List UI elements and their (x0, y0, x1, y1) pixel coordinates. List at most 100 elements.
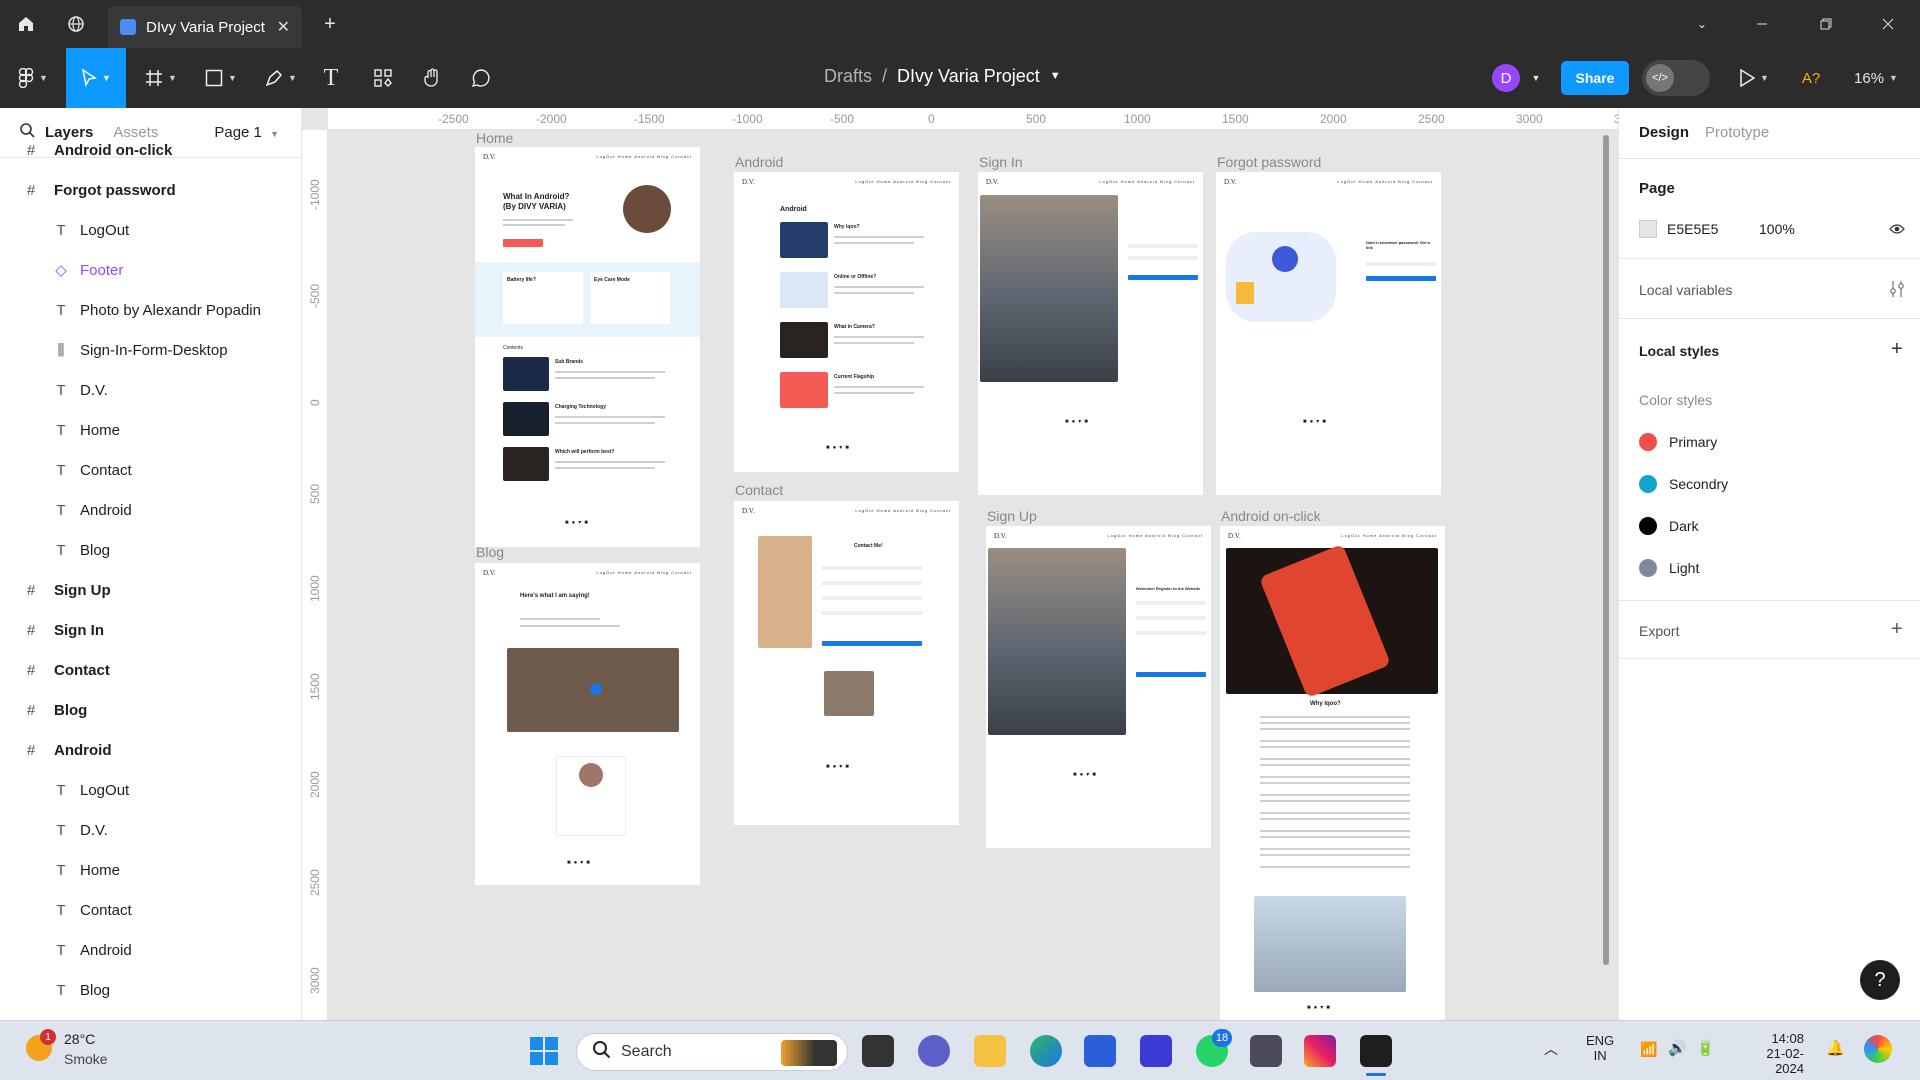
frame-label-forgot-password[interactable]: Forgot password (1217, 154, 1321, 170)
color-style-row[interactable]: Dark (1619, 515, 1920, 539)
layer-row[interactable]: ⫼ Sign-In-Form-Desktop (0, 330, 302, 370)
eye-icon[interactable] (1889, 222, 1905, 240)
restore-button[interactable] (1814, 12, 1838, 36)
zoom-menu[interactable]: 16% ▼ (1846, 48, 1906, 108)
file-explorer-icon[interactable] (974, 1035, 1006, 1067)
layer-row[interactable]: T Contact (0, 450, 302, 490)
frame-android[interactable]: D.V. LogOut Home Android Blog Contact And… (734, 172, 959, 472)
weather-temp[interactable]: 28°C (64, 1031, 95, 1047)
missing-font-warning[interactable]: A? (1796, 48, 1826, 108)
layer-row[interactable]: # Android on-click (0, 130, 302, 170)
layer-row[interactable]: T Blog (0, 970, 302, 1010)
pen-app-icon[interactable] (1140, 1035, 1172, 1067)
chevron-down-icon[interactable]: ⌄ (1690, 12, 1714, 36)
layer-row[interactable]: T Home (0, 410, 302, 450)
main-menu-button[interactable]: ▼ (10, 48, 56, 108)
battery-icon[interactable]: 🔋 (1696, 1039, 1715, 1057)
layer-row[interactable]: T LogOut (0, 210, 302, 250)
avatar[interactable]: D (1492, 64, 1520, 92)
layer-row[interactable]: # Sign In (0, 610, 302, 650)
pen-tool[interactable]: ▼ (258, 48, 304, 108)
layer-row[interactable]: T Blog (0, 530, 302, 570)
layer-row[interactable]: T Contact (0, 890, 302, 930)
page-color-swatch[interactable] (1639, 220, 1657, 238)
layer-row[interactable]: # Forgot password (0, 170, 302, 210)
windows-start-icon[interactable] (530, 1037, 558, 1070)
canvas-scrollbar[interactable] (1603, 135, 1609, 965)
page-opacity[interactable]: 100% (1759, 221, 1795, 237)
comment-tool[interactable] (466, 48, 496, 108)
project-name[interactable]: DIvy Varia Project (897, 66, 1040, 87)
figma-app-icon[interactable] (1360, 1035, 1392, 1067)
language-indicator[interactable]: ENG IN (1586, 1033, 1614, 1063)
add-style-icon[interactable]: + (1891, 338, 1903, 361)
shape-tool[interactable]: ▼ (198, 48, 244, 108)
move-tool[interactable]: ▼ (66, 48, 126, 108)
layer-row[interactable]: T D.V. (0, 810, 302, 850)
frame-blog[interactable]: D.V. LogOut Home Android Blog Contact Her… (475, 563, 700, 885)
layer-row[interactable]: ◇ Footer (0, 250, 302, 290)
text-tool[interactable]: T (316, 48, 346, 108)
tab-design[interactable]: Design (1639, 124, 1689, 141)
app-cube-icon[interactable] (1250, 1035, 1282, 1067)
resources-tool[interactable] (368, 48, 398, 108)
hand-tool[interactable] (418, 48, 448, 108)
close-tab-icon[interactable]: ✕ (277, 17, 290, 37)
layer-row[interactable]: # Android (0, 730, 302, 770)
frame-label-sign-up[interactable]: Sign Up (987, 508, 1037, 524)
frame-sign-in[interactable]: D.V. LogOut Home Android Blog Contact ■●▾… (978, 172, 1203, 495)
volume-icon[interactable]: 🔊 (1668, 1039, 1687, 1057)
frame-label-sign-in[interactable]: Sign In (979, 154, 1023, 170)
help-button[interactable]: ? (1860, 960, 1900, 1000)
instagram-icon[interactable] (1304, 1035, 1336, 1067)
share-button[interactable]: Share (1561, 61, 1629, 95)
frame-label-contact[interactable]: Contact (735, 482, 783, 498)
chevron-down-icon[interactable]: ▼ (1526, 48, 1546, 108)
frame-home[interactable]: D.V. LogOut Home Android Blog Contact Wha… (475, 147, 700, 547)
task-view-icon[interactable] (862, 1035, 894, 1067)
clock[interactable]: 14:08 21-02-2024 (1738, 1031, 1804, 1076)
page-color-hex[interactable]: E5E5E5 (1667, 221, 1718, 237)
wifi-icon[interactable]: 📶 (1640, 1041, 1657, 1058)
chevron-up-icon[interactable]: ︿ (1544, 1039, 1558, 1059)
new-tab-button[interactable]: + (318, 12, 342, 36)
frame-sign-up[interactable]: D.V. LogOut Home Android Blog Contact Wel… (986, 526, 1211, 848)
minimize-button[interactable] (1750, 12, 1774, 36)
store-icon[interactable] (1084, 1035, 1116, 1067)
frame-label-android[interactable]: Android (735, 154, 783, 170)
layer-row[interactable]: T D.V. (0, 370, 302, 410)
taskbar-search[interactable]: Search (576, 1033, 848, 1071)
close-window-button[interactable] (1876, 12, 1900, 36)
frame-android-on-click[interactable]: D.V. LogOut Home Android Blog Contact Why… (1220, 526, 1445, 1020)
export-heading[interactable]: Export (1639, 623, 1679, 639)
frame-label-home[interactable]: Home (476, 130, 513, 146)
layer-row[interactable]: T Photo by Alexandr Popadin (0, 290, 302, 330)
tab-project[interactable]: DIvy Varia Project ✕ (108, 6, 302, 48)
frame-contact[interactable]: D.V. LogOut Home Android Blog Contact Con… (734, 501, 959, 825)
chevron-down-icon[interactable]: ▼ (1050, 70, 1061, 87)
layer-row[interactable]: T Android (0, 930, 302, 970)
dev-mode-toggle[interactable]: </> (1642, 60, 1710, 96)
frame-label-android-on-click[interactable]: Android on-click (1221, 508, 1321, 524)
frame-tool[interactable]: ▼ (138, 48, 184, 108)
layer-row[interactable]: T Android (0, 490, 302, 530)
frame-forgot-password[interactable]: D.V. LogOut Home Android Blog Contact Did… (1216, 172, 1441, 495)
layer-row[interactable]: # Sign Up (0, 570, 302, 610)
edge-icon[interactable] (1030, 1035, 1062, 1067)
frame-label-blog[interactable]: Blog (476, 544, 504, 560)
color-style-row[interactable]: Light (1619, 557, 1920, 581)
local-variables[interactable]: Local variables (1639, 282, 1732, 298)
layer-row[interactable]: # Contact (0, 650, 302, 690)
layer-row[interactable]: T LogOut (0, 770, 302, 810)
layer-row[interactable]: # Blog (0, 690, 302, 730)
present-button[interactable]: ▼ (1734, 48, 1774, 108)
chat-icon[interactable] (918, 1035, 950, 1067)
home-icon[interactable] (14, 12, 38, 36)
variables-icon[interactable] (1889, 280, 1905, 303)
add-export-icon[interactable]: + (1891, 618, 1903, 641)
layer-row[interactable]: T Home (0, 850, 302, 890)
tab-prototype[interactable]: Prototype (1705, 124, 1769, 141)
globe-icon[interactable] (64, 12, 88, 36)
copilot-icon[interactable] (1864, 1035, 1892, 1063)
color-style-row[interactable]: Secondry (1619, 473, 1920, 497)
